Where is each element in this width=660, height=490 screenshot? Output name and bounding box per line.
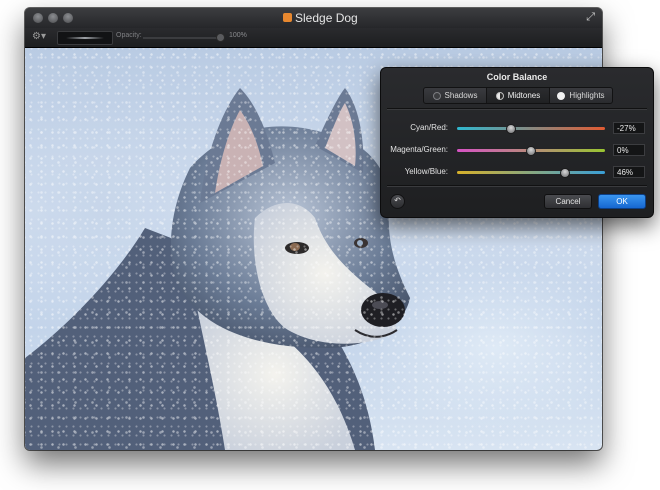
opacity-slider-track[interactable]: [143, 37, 221, 39]
tab-shadows[interactable]: Shadows: [424, 88, 487, 103]
reset-button[interactable]: ↶: [390, 194, 405, 209]
tone-range-selector: Shadows Midtones Highlights: [423, 87, 613, 104]
minimize-window-button[interactable]: [48, 13, 58, 23]
tab-midtones-label: Midtones: [507, 91, 541, 100]
gear-icon[interactable]: ⚙▾: [32, 31, 46, 42]
magenta-green-value-field[interactable]: 0%: [613, 144, 645, 156]
brush-preview[interactable]: [57, 31, 113, 45]
opacity-slider-knob[interactable]: [216, 33, 225, 42]
fullscreen-icon[interactable]: ⤢: [586, 12, 595, 23]
opacity-value: 100%: [229, 32, 247, 39]
tab-highlights[interactable]: Highlights: [550, 88, 612, 103]
shadows-icon: [432, 91, 441, 100]
toolbar: ⚙▾ Opacity: 100%: [25, 28, 602, 48]
highlights-icon: [557, 91, 566, 100]
yellow-blue-value-field[interactable]: 46%: [613, 166, 645, 178]
tab-midtones[interactable]: Midtones: [487, 88, 550, 103]
title-bar[interactable]: Sledge Dog ⤢: [25, 8, 602, 28]
yellow-blue-slider-track[interactable]: [457, 171, 605, 174]
midtones-icon: [495, 91, 504, 100]
divider: [387, 108, 647, 110]
window-title: Sledge Dog: [295, 11, 358, 25]
yellow-blue-label: Yellow/Blue:: [404, 167, 448, 176]
cyan-red-slider-track[interactable]: [457, 127, 605, 130]
cyan-red-label: Cyan/Red:: [410, 123, 448, 132]
divider: [387, 185, 647, 187]
document-icon: [283, 13, 292, 22]
magenta-green-label: Magenta/Green:: [390, 145, 448, 154]
zoom-window-button[interactable]: [63, 13, 73, 23]
color-balance-panel: Color Balance Shadows Midtones Highlight…: [380, 67, 654, 218]
cyan-red-slider-knob[interactable]: [506, 124, 517, 134]
cancel-button[interactable]: Cancel: [544, 194, 592, 209]
opacity-label: Opacity:: [116, 32, 142, 39]
panel-title: Color Balance: [486, 72, 548, 82]
tab-shadows-label: Shadows: [444, 91, 478, 100]
tab-highlights-label: Highlights: [569, 91, 605, 100]
close-window-button[interactable]: [33, 13, 43, 23]
cyan-red-value-field[interactable]: -27%: [613, 122, 645, 134]
yellow-blue-slider-knob[interactable]: [560, 168, 571, 178]
ok-button[interactable]: OK: [598, 194, 646, 209]
magenta-green-slider-knob[interactable]: [526, 146, 536, 156]
reset-icon: ↶: [394, 196, 401, 205]
